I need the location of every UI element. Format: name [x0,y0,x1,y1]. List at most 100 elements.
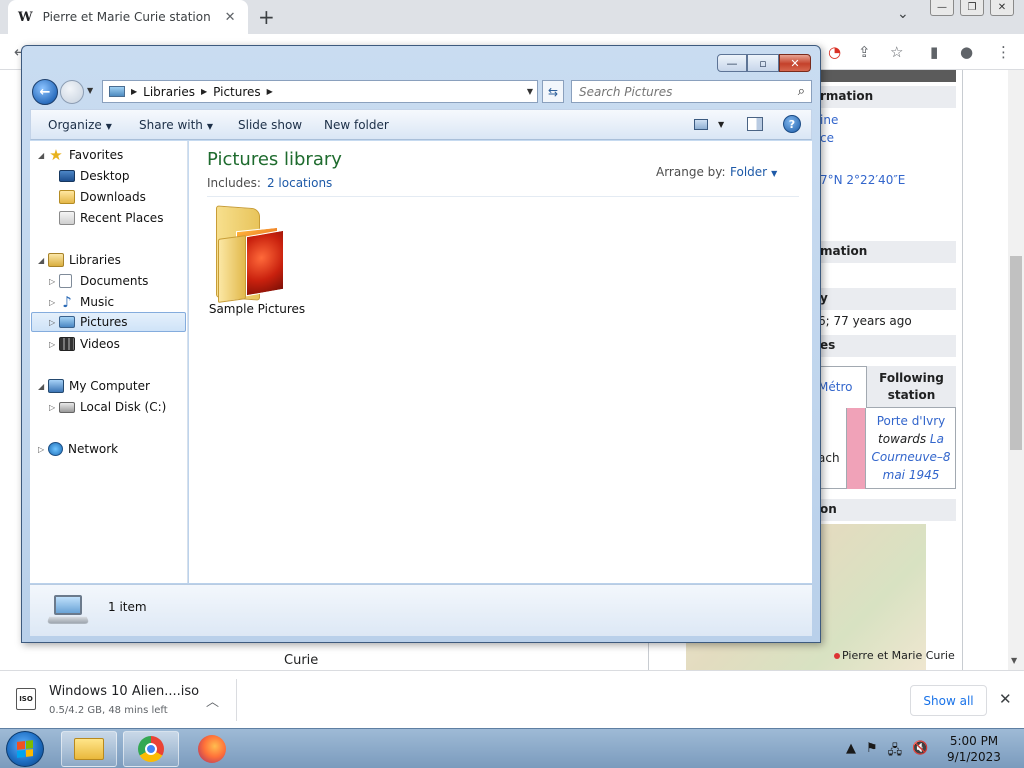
nav-favorites[interactable]: ◢ ★ Favorites [38,145,123,165]
browser-tab[interactable]: W Pierre et Marie Curie station - Wi ✕ [8,0,248,34]
google-lens-icon[interactable]: ◔ [828,43,841,61]
address-bar[interactable]: ▶ Libraries ▶ Pictures ▶ ▼ [102,80,538,103]
nav-music[interactable]: ▷ ♪ Music [49,292,114,312]
infobox-link[interactable]: ce [820,131,834,145]
search-input[interactable] [579,84,779,99]
nav-recent-places[interactable]: Recent Places [59,208,163,228]
nav-desktop[interactable]: Desktop [59,166,130,186]
new-tab-icon[interactable]: + [258,5,275,29]
nav-pictures[interactable]: ▷ Pictures [31,312,186,332]
start-button[interactable] [6,731,44,767]
back-button[interactable]: ← [32,79,58,105]
nav-downloads[interactable]: Downloads [59,187,146,207]
collapsed-triangle-icon[interactable]: ▷ [49,298,59,307]
firefox-icon[interactable] [198,735,226,763]
back-arrow-icon: ← [39,84,51,100]
clock[interactable]: 5:00 PM 9/1/2023 [944,733,1004,765]
chevron-down-icon: ▼ [206,122,214,131]
tab-search-chevron-icon[interactable]: ⌄ [897,6,909,22]
nav-music-label: Music [80,295,115,309]
taskbar-explorer-button[interactable] [61,731,117,767]
browser-minimize-button[interactable]: — [930,0,954,16]
expanded-triangle-icon[interactable]: ◢ [38,151,48,160]
change-view-icon[interactable] [694,119,708,130]
breadcrumb-arrow-icon[interactable]: ▶ [201,87,207,96]
folder-sample-pictures[interactable]: Sample Pictures [207,199,307,319]
infobox-link[interactable]: ine [820,113,838,127]
collapsed-triangle-icon[interactable]: ▷ [49,403,59,412]
windows-logo-icon [17,740,33,758]
help-icon[interactable]: ? [783,115,801,133]
metro-link[interactable]: Métro [818,380,852,394]
locations-link[interactable]: 2 locations [267,176,332,190]
show-all-button[interactable]: Show all [910,685,987,716]
arrange-by-dropdown[interactable]: Folder ▼ [730,165,777,179]
browser-close-button[interactable]: ✕ [990,0,1014,16]
expanded-triangle-icon[interactable]: ◢ [38,382,48,391]
refresh-icon: ⇆ [547,84,559,99]
item-count: 1 item [108,600,147,614]
recent-pages-dropdown-icon[interactable]: ▼ [87,86,93,95]
breadcrumb-arrow-icon[interactable]: ▶ [267,87,273,96]
tab-close-icon[interactable]: ✕ [225,10,236,25]
profile-avatar-icon[interactable]: ● [960,43,973,61]
nav-my-computer[interactable]: ◢ My Computer [38,376,150,396]
close-downloads-icon[interactable]: ✕ [999,690,1012,708]
download-options-chevron-icon[interactable]: ︿ [206,691,219,710]
collapsed-triangle-icon[interactable]: ▷ [49,340,59,349]
explorer-caption-buttons: — ▫ ✕ [717,54,811,72]
pictures-library-icon [109,86,125,97]
collapsed-triangle-icon[interactable]: ▷ [49,318,59,327]
folder-icon [74,738,104,760]
collapsed-triangle-icon[interactable]: ▷ [38,445,48,454]
taskbar-chrome-button[interactable] [123,731,179,767]
refresh-button[interactable]: ⇆ [542,80,564,103]
address-history-dropdown-icon[interactable]: ▼ [527,87,533,96]
nav-network[interactable]: ▷ Network [38,439,118,459]
bookmark-star-icon[interactable]: ☆ [890,43,903,61]
preview-pane-icon[interactable] [747,117,763,131]
towards-word: towards [878,432,927,446]
volume-muted-icon[interactable]: 🔇 [912,741,928,763]
breadcrumb-pictures[interactable]: Pictures [213,85,261,99]
close-button[interactable]: ✕ [779,54,811,72]
collapsed-triangle-icon[interactable]: ▷ [49,277,59,286]
nav-documents[interactable]: ▷ Documents [49,271,148,291]
following-station-link[interactable]: Porte d'Ivry [877,414,946,428]
network-icon[interactable]: 🖧 [888,741,903,763]
organize-label: Organize [48,118,102,132]
breadcrumb-arrow-icon[interactable]: ▶ [131,87,137,96]
view-options-chevron-icon[interactable]: ▼ [718,120,724,129]
expanded-triangle-icon[interactable]: ◢ [38,256,48,265]
slide-show-button[interactable]: Slide show [238,118,302,132]
chevron-down-icon: ▼ [771,169,778,178]
side-panel-icon[interactable]: ▮ [930,43,938,61]
share-icon[interactable]: ⇪ [858,43,871,61]
wikipedia-icon: W [18,9,33,25]
film-strip-icon [59,337,75,351]
chevron-down-icon: ▼ [105,122,112,131]
nav-local-disk[interactable]: ▷ Local Disk (C:) [49,397,166,417]
action-center-flag-icon[interactable]: ⚑ [866,741,878,763]
show-hidden-icons-icon[interactable]: ▲ [846,741,856,763]
nav-videos[interactable]: ▷ Videos [49,334,120,354]
command-bar: Organize ▼ Share with ▼ Slide show New fol… [30,109,812,140]
coordinates-link[interactable]: 7°N 2°22′40″E [820,173,905,187]
nav-libraries[interactable]: ◢ Libraries [38,250,121,270]
browser-menu-icon[interactable]: ⋮ [996,43,1011,61]
search-box[interactable]: ⌕ [571,80,812,103]
page-scrollbar-thumb[interactable] [1010,256,1022,450]
minimize-button[interactable]: — [717,54,747,72]
browser-restore-button[interactable]: ❐ [960,0,984,16]
nav-downloads-label: Downloads [80,190,146,204]
scroll-down-arrow-icon[interactable]: ▼ [1011,656,1017,665]
share-with-button[interactable]: Share with ▼ [139,118,213,132]
organize-button[interactable]: Organize ▼ [48,118,112,132]
new-folder-button[interactable]: New folder [324,118,389,132]
nav-desktop-label: Desktop [80,169,130,183]
forward-button[interactable] [60,80,84,104]
breadcrumb-libraries[interactable]: Libraries [143,85,195,99]
search-icon[interactable]: ⌕ [798,84,805,99]
maximize-button[interactable]: ▫ [747,54,779,72]
download-file-name[interactable]: Windows 10 Alien....iso [49,684,199,699]
